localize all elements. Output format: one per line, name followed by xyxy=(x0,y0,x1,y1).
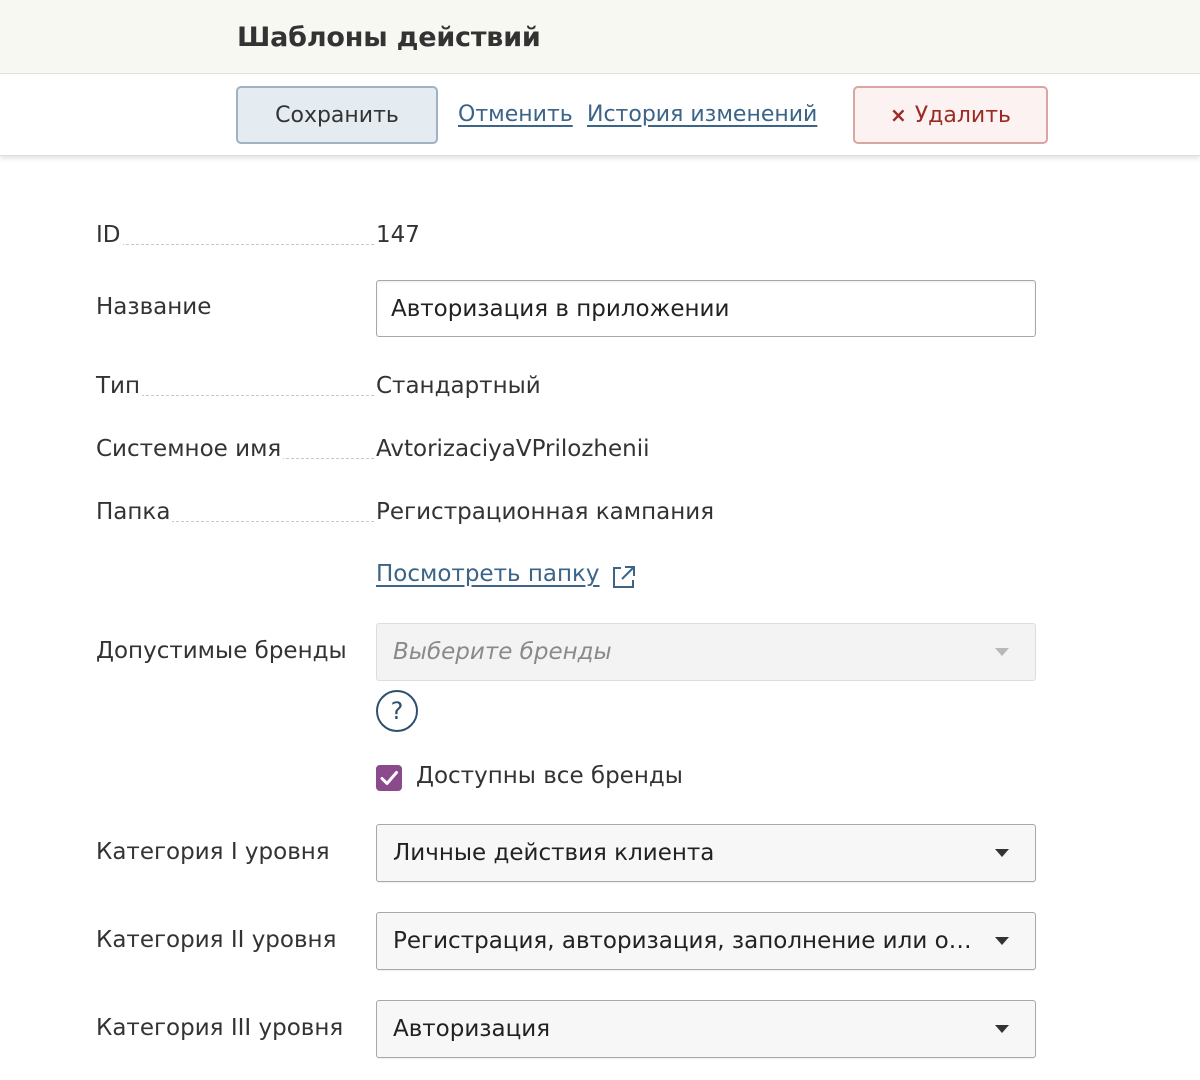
action-toolbar: Сохранить Отменить История изменений × У… xyxy=(0,74,1200,156)
category2-select[interactable]: Регистрация, авторизация, заполнение или… xyxy=(376,912,1036,970)
folder-value: Регистрационная кампания xyxy=(376,499,715,525)
type-value: Стандартный xyxy=(376,373,541,399)
page-title: Шаблоны действий xyxy=(237,22,541,53)
save-button[interactable]: Сохранить xyxy=(236,86,438,144)
cancel-link[interactable]: Отменить xyxy=(458,102,573,127)
category1-value: Личные действия клиента xyxy=(393,840,715,866)
all-brands-checkbox[interactable] xyxy=(376,765,402,791)
type-label: Тип xyxy=(96,373,143,399)
category3-label: Категория III уровня xyxy=(96,1015,344,1041)
chevron-down-icon xyxy=(995,937,1009,945)
brands-select[interactable]: Выберите бренды xyxy=(376,623,1036,681)
name-input[interactable] xyxy=(376,280,1036,337)
external-link-icon[interactable] xyxy=(610,563,638,591)
category3-select[interactable]: Авторизация xyxy=(376,1000,1036,1058)
chevron-down-icon xyxy=(995,849,1009,857)
category2-value: Регистрация, авторизация, заполнение или… xyxy=(393,928,975,954)
name-label: Название xyxy=(96,294,212,320)
delete-button-label: Удалить xyxy=(914,102,1011,128)
all-brands-label: Доступны все бренды xyxy=(416,763,683,789)
close-icon: × xyxy=(889,103,907,127)
history-link[interactable]: История изменений xyxy=(587,102,817,127)
category2-label: Категория II уровня xyxy=(96,927,337,953)
brands-label: Допустимые бренды xyxy=(96,638,347,664)
check-icon xyxy=(380,771,398,785)
title-bar: Шаблоны действий xyxy=(0,0,1200,74)
category1-label: Категория I уровня xyxy=(96,839,330,865)
id-label-leader xyxy=(96,221,374,245)
category3-value: Авторизация xyxy=(393,1016,551,1042)
help-icon[interactable]: ? xyxy=(376,690,418,732)
system-name-value: AvtorizaciyaVPrilozhenii xyxy=(376,436,650,462)
brands-placeholder: Выберите бренды xyxy=(393,639,612,665)
chevron-down-icon xyxy=(995,1025,1009,1033)
id-label: ID xyxy=(96,222,123,248)
system-name-label: Системное имя xyxy=(96,436,284,462)
delete-button[interactable]: × Удалить xyxy=(853,86,1048,144)
id-value: 147 xyxy=(376,222,420,248)
folder-label: Папка xyxy=(96,499,173,525)
chevron-down-icon xyxy=(995,648,1009,656)
category1-select[interactable]: Личные действия клиента xyxy=(376,824,1036,882)
view-folder-link[interactable]: Посмотреть папку xyxy=(376,561,600,587)
